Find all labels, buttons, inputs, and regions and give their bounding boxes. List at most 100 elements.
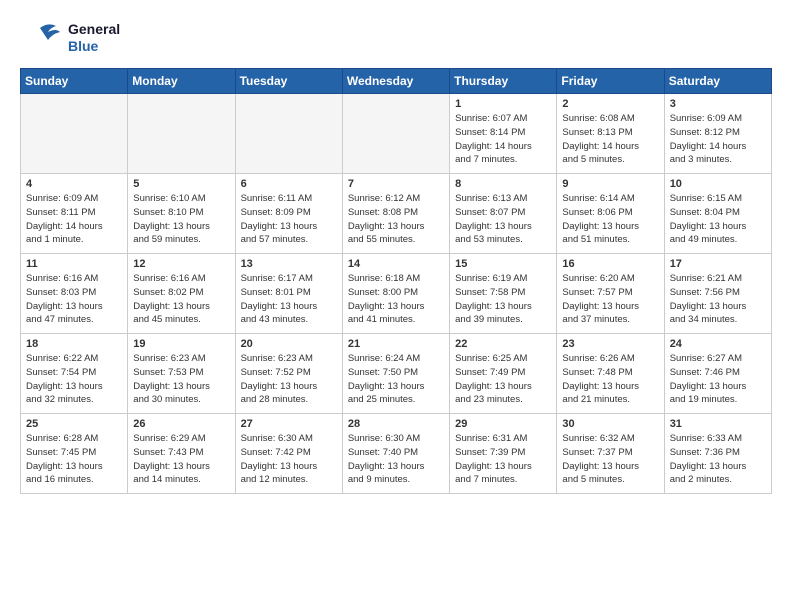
calendar-cell: 7 Sunrise: 6:12 AMSunset: 8:08 PMDaylight… xyxy=(342,174,449,254)
calendar-cell: 6 Sunrise: 6:11 AMSunset: 8:09 PMDaylight… xyxy=(235,174,342,254)
calendar-cell: 25 Sunrise: 6:28 AMSunset: 7:45 PMDayligh… xyxy=(21,414,128,494)
calendar-cell: 18 Sunrise: 6:22 AMSunset: 7:54 PMDayligh… xyxy=(21,334,128,414)
day-info: Sunrise: 6:30 AMSunset: 7:42 PMDaylight:… xyxy=(241,432,337,487)
calendar-cell: 9 Sunrise: 6:14 AMSunset: 8:06 PMDaylight… xyxy=(557,174,664,254)
day-info: Sunrise: 6:31 AMSunset: 7:39 PMDaylight:… xyxy=(455,432,551,487)
calendar-cell: 27 Sunrise: 6:30 AMSunset: 7:42 PMDayligh… xyxy=(235,414,342,494)
logo-text: GeneralBlue xyxy=(68,21,120,55)
calendar-cell: 20Sunrise: 6:23 AMSunset: 7:52 PMDayligh… xyxy=(235,334,342,414)
logo-icon xyxy=(20,18,64,58)
calendar-cell: 12Sunrise: 6:16 AMSunset: 8:02 PMDayligh… xyxy=(128,254,235,334)
day-info: Sunrise: 6:21 AMSunset: 7:56 PMDaylight:… xyxy=(670,272,766,327)
calendar-cell: 31Sunrise: 6:33 AMSunset: 7:36 PMDayligh… xyxy=(664,414,771,494)
week-row-4: 18 Sunrise: 6:22 AMSunset: 7:54 PMDayligh… xyxy=(21,334,772,414)
day-number: 25 xyxy=(26,418,122,430)
day-info: Sunrise: 6:24 AMSunset: 7:50 PMDaylight:… xyxy=(348,352,444,407)
calendar-cell xyxy=(342,94,449,174)
day-info: Sunrise: 6:09 AMSunset: 8:11 PMDaylight:… xyxy=(26,192,122,247)
day-info: Sunrise: 6:07 AMSunset: 8:14 PMDaylight:… xyxy=(455,112,551,167)
calendar-cell: 3 Sunrise: 6:09 AMSunset: 8:12 PMDaylight… xyxy=(664,94,771,174)
calendar-cell: 10 Sunrise: 6:15 AMSunset: 8:04 PMDayligh… xyxy=(664,174,771,254)
weekday-header-tuesday: Tuesday xyxy=(235,69,342,94)
day-number: 8 xyxy=(455,178,551,190)
calendar-cell: 29 Sunrise: 6:31 AMSunset: 7:39 PMDayligh… xyxy=(450,414,557,494)
day-number: 26 xyxy=(133,418,229,430)
day-number: 28 xyxy=(348,418,444,430)
day-number: 9 xyxy=(562,178,658,190)
day-number: 5 xyxy=(133,178,229,190)
weekday-header-friday: Friday xyxy=(557,69,664,94)
page: GeneralBlue SundayMondayTuesdayWednesday… xyxy=(0,0,792,504)
day-info: Sunrise: 6:26 AMSunset: 7:48 PMDaylight:… xyxy=(562,352,658,407)
day-info: Sunrise: 6:23 AMSunset: 7:52 PMDaylight:… xyxy=(241,352,337,407)
calendar-cell: 22 Sunrise: 6:25 AMSunset: 7:49 PMDayligh… xyxy=(450,334,557,414)
calendar-cell: 14 Sunrise: 6:18 AMSunset: 8:00 PMDayligh… xyxy=(342,254,449,334)
day-info: Sunrise: 6:08 AMSunset: 8:13 PMDaylight:… xyxy=(562,112,658,167)
weekday-header-sunday: Sunday xyxy=(21,69,128,94)
day-number: 16 xyxy=(562,258,658,270)
calendar-cell xyxy=(128,94,235,174)
day-number: 17 xyxy=(670,258,766,270)
weekday-header-saturday: Saturday xyxy=(664,69,771,94)
day-number: 18 xyxy=(26,338,122,350)
day-number: 22 xyxy=(455,338,551,350)
day-number: 27 xyxy=(241,418,337,430)
calendar-cell: 4Sunrise: 6:09 AMSunset: 8:11 PMDaylight… xyxy=(21,174,128,254)
calendar-cell: 8Sunrise: 6:13 AMSunset: 8:07 PMDaylight… xyxy=(450,174,557,254)
calendar-cell: 2 Sunrise: 6:08 AMSunset: 8:13 PMDaylight… xyxy=(557,94,664,174)
calendar-cell xyxy=(235,94,342,174)
day-info: Sunrise: 6:33 AMSunset: 7:36 PMDaylight:… xyxy=(670,432,766,487)
calendar-cell: 19 Sunrise: 6:23 AMSunset: 7:53 PMDayligh… xyxy=(128,334,235,414)
day-info: Sunrise: 6:16 AMSunset: 8:03 PMDaylight:… xyxy=(26,272,122,327)
day-number: 15 xyxy=(455,258,551,270)
day-number: 24 xyxy=(670,338,766,350)
day-info: Sunrise: 6:20 AMSunset: 7:57 PMDaylight:… xyxy=(562,272,658,327)
day-info: Sunrise: 6:12 AMSunset: 8:08 PMDaylight:… xyxy=(348,192,444,247)
day-number: 7 xyxy=(348,178,444,190)
day-number: 6 xyxy=(241,178,337,190)
day-info: Sunrise: 6:28 AMSunset: 7:45 PMDaylight:… xyxy=(26,432,122,487)
weekday-header-row: SundayMondayTuesdayWednesdayThursdayFrid… xyxy=(21,69,772,94)
day-info: Sunrise: 6:14 AMSunset: 8:06 PMDaylight:… xyxy=(562,192,658,247)
day-info: Sunrise: 6:15 AMSunset: 8:04 PMDaylight:… xyxy=(670,192,766,247)
day-info: Sunrise: 6:09 AMSunset: 8:12 PMDaylight:… xyxy=(670,112,766,167)
day-number: 2 xyxy=(562,98,658,110)
weekday-header-wednesday: Wednesday xyxy=(342,69,449,94)
header: GeneralBlue xyxy=(20,18,772,58)
calendar-cell: 11 Sunrise: 6:16 AMSunset: 8:03 PMDayligh… xyxy=(21,254,128,334)
calendar-cell: 15 Sunrise: 6:19 AMSunset: 7:58 PMDayligh… xyxy=(450,254,557,334)
day-number: 30 xyxy=(562,418,658,430)
day-info: Sunrise: 6:16 AMSunset: 8:02 PMDaylight:… xyxy=(133,272,229,327)
day-info: Sunrise: 6:25 AMSunset: 7:49 PMDaylight:… xyxy=(455,352,551,407)
day-info: Sunrise: 6:30 AMSunset: 7:40 PMDaylight:… xyxy=(348,432,444,487)
weekday-header-monday: Monday xyxy=(128,69,235,94)
day-number: 23 xyxy=(562,338,658,350)
calendar-cell: 26 Sunrise: 6:29 AMSunset: 7:43 PMDayligh… xyxy=(128,414,235,494)
week-row-1: 1 Sunrise: 6:07 AMSunset: 8:14 PMDaylight… xyxy=(21,94,772,174)
day-info: Sunrise: 6:23 AMSunset: 7:53 PMDaylight:… xyxy=(133,352,229,407)
calendar-cell: 16 Sunrise: 6:20 AMSunset: 7:57 PMDayligh… xyxy=(557,254,664,334)
week-row-3: 11 Sunrise: 6:16 AMSunset: 8:03 PMDayligh… xyxy=(21,254,772,334)
day-info: Sunrise: 6:11 AMSunset: 8:09 PMDaylight:… xyxy=(241,192,337,247)
logo: GeneralBlue xyxy=(20,18,120,58)
calendar-cell: 21 Sunrise: 6:24 AMSunset: 7:50 PMDayligh… xyxy=(342,334,449,414)
day-info: Sunrise: 6:19 AMSunset: 7:58 PMDaylight:… xyxy=(455,272,551,327)
day-number: 29 xyxy=(455,418,551,430)
day-info: Sunrise: 6:17 AMSunset: 8:01 PMDaylight:… xyxy=(241,272,337,327)
calendar-cell: 24Sunrise: 6:27 AMSunset: 7:46 PMDayligh… xyxy=(664,334,771,414)
day-number: 19 xyxy=(133,338,229,350)
day-number: 14 xyxy=(348,258,444,270)
day-info: Sunrise: 6:22 AMSunset: 7:54 PMDaylight:… xyxy=(26,352,122,407)
calendar-cell: 23 Sunrise: 6:26 AMSunset: 7:48 PMDayligh… xyxy=(557,334,664,414)
day-info: Sunrise: 6:29 AMSunset: 7:43 PMDaylight:… xyxy=(133,432,229,487)
day-info: Sunrise: 6:10 AMSunset: 8:10 PMDaylight:… xyxy=(133,192,229,247)
calendar-cell: 17 Sunrise: 6:21 AMSunset: 7:56 PMDayligh… xyxy=(664,254,771,334)
day-number: 10 xyxy=(670,178,766,190)
day-number: 11 xyxy=(26,258,122,270)
day-number: 3 xyxy=(670,98,766,110)
calendar-cell: 5 Sunrise: 6:10 AMSunset: 8:10 PMDaylight… xyxy=(128,174,235,254)
day-info: Sunrise: 6:18 AMSunset: 8:00 PMDaylight:… xyxy=(348,272,444,327)
weekday-header-thursday: Thursday xyxy=(450,69,557,94)
day-number: 1 xyxy=(455,98,551,110)
day-number: 21 xyxy=(348,338,444,350)
